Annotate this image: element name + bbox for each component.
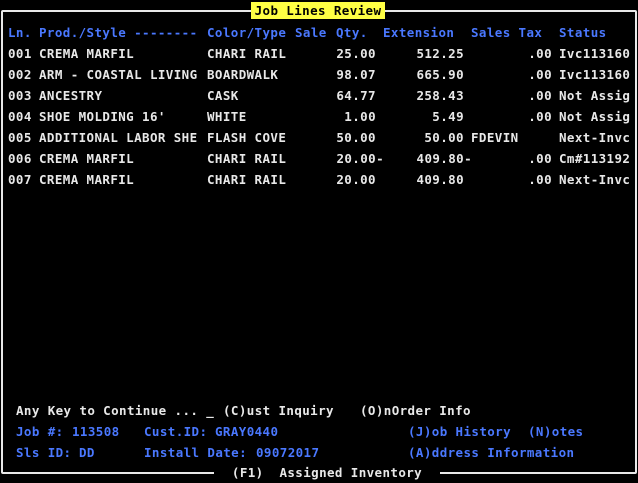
job-number-label: Job #: bbox=[16, 424, 64, 439]
row-extension: 409.80 bbox=[416, 172, 464, 187]
col-ln: Ln. bbox=[8, 25, 32, 40]
col-qty: Qty. bbox=[336, 25, 368, 40]
job-info-line: Sls ID: DD Install Date: 09072017 (A)ddr… bbox=[0, 442, 638, 463]
row-tax: .00 bbox=[528, 151, 552, 166]
cust-id-value: GRAY0440 bbox=[215, 424, 279, 439]
row-prod: CREMA MARFIL bbox=[39, 46, 135, 61]
row-status: Not Assig bbox=[559, 88, 631, 103]
window-title: Job Lines Review bbox=[251, 2, 385, 19]
row-status: Not Assig bbox=[559, 109, 631, 124]
row-qty: 20.00 bbox=[336, 172, 376, 187]
row-qty: 98.07 bbox=[336, 67, 376, 82]
row-prod: SHOE MOLDING 16' bbox=[39, 109, 166, 124]
row-qty: 20.00- bbox=[336, 151, 384, 166]
row-ln: 002 bbox=[8, 67, 32, 82]
table-row[interactable]: 003 ANCESTRY CASK 64.77 258.43 .00 Not A… bbox=[0, 85, 638, 106]
row-prod: ARM - COASTAL LIVING bbox=[39, 67, 198, 82]
col-prod: Prod./Style -------- bbox=[39, 25, 198, 40]
row-extension: 665.90 bbox=[416, 67, 464, 82]
row-color: FLASH COVE bbox=[207, 130, 287, 145]
col-sales-tax: Sales Tax bbox=[471, 25, 543, 40]
row-status: Ivc113160 bbox=[559, 67, 631, 82]
row-qty: 1.00 bbox=[344, 109, 376, 124]
row-extension: 409.80- bbox=[416, 151, 472, 166]
row-prod: ANCESTRY bbox=[39, 88, 103, 103]
row-ln: 006 bbox=[8, 151, 32, 166]
row-color: BOARDWALK bbox=[207, 67, 279, 82]
table-row[interactable]: 004 SHOE MOLDING 16' WHITE 1.00 5.49 .00… bbox=[0, 106, 638, 127]
row-ln: 003 bbox=[8, 88, 32, 103]
job-history-option[interactable]: (J)ob History bbox=[408, 421, 511, 442]
row-status: Next-Invc bbox=[559, 130, 631, 145]
col-sale: Sale bbox=[295, 25, 327, 40]
row-color: WHITE bbox=[207, 109, 247, 124]
install-date-value: 09072017 bbox=[256, 445, 320, 460]
table-row[interactable]: 006 CREMA MARFIL CHARI RAIL 20.00- 409.8… bbox=[0, 148, 638, 169]
row-ln: 001 bbox=[8, 46, 32, 61]
onorder-info-option[interactable]: (O)nOrder Info bbox=[360, 400, 471, 421]
cust-id-label: Cust.ID: bbox=[144, 424, 208, 439]
notes-option[interactable]: (N)otes bbox=[528, 421, 583, 442]
table-row[interactable]: 001 CREMA MARFIL CHARI RAIL 25.00 512.25… bbox=[0, 43, 638, 64]
row-color: CASK bbox=[207, 88, 239, 103]
row-ln: 005 bbox=[8, 130, 32, 145]
address-information-option[interactable]: (A)ddress Information bbox=[408, 442, 574, 463]
table-row[interactable]: 007 CREMA MARFIL CHARI RAIL 20.00 409.80… bbox=[0, 169, 638, 190]
row-prod: CREMA MARFIL bbox=[39, 151, 135, 166]
row-qty: 64.77 bbox=[336, 88, 376, 103]
row-status: Next-Invc bbox=[559, 172, 631, 187]
row-color: CHARI RAIL bbox=[207, 172, 287, 187]
assigned-inventory-option[interactable]: (F1) Assigned Inventory bbox=[214, 462, 440, 481]
row-qty: 50.00 bbox=[336, 130, 376, 145]
sls-id-value: DD bbox=[79, 445, 95, 460]
table-header: Ln. Prod./Style -------- Color/Type Sale… bbox=[0, 22, 638, 43]
row-ln: 007 bbox=[8, 172, 32, 187]
row-prod: CREMA MARFIL bbox=[39, 172, 135, 187]
install-date-label: Install Date: bbox=[144, 445, 248, 460]
col-extension: Extension bbox=[383, 25, 455, 40]
prompt-line: Any Key to Continue ... _ (C)ust Inquiry… bbox=[0, 400, 638, 421]
row-status: Cm#113192 bbox=[559, 151, 631, 166]
row-extension: 5.49 bbox=[432, 109, 464, 124]
cust-inquiry-option[interactable]: (C)ust Inquiry bbox=[223, 400, 334, 421]
table-row[interactable]: 002 ARM - COASTAL LIVING BOARDWALK 98.07… bbox=[0, 64, 638, 85]
row-tax: FDEVIN bbox=[471, 130, 519, 145]
row-status: Ivc113160 bbox=[559, 46, 631, 61]
row-color: CHARI RAIL bbox=[207, 151, 287, 166]
col-color: Color/Type bbox=[207, 25, 287, 40]
row-extension: 258.43 bbox=[416, 88, 464, 103]
row-tax: .00 bbox=[528, 67, 552, 82]
sls-id-label: Sls ID: bbox=[16, 445, 72, 460]
row-ln: 004 bbox=[8, 109, 32, 124]
col-status: Status bbox=[559, 25, 607, 40]
row-tax: .00 bbox=[528, 46, 552, 61]
job-info-line: Job #: 113508 Cust.ID: GRAY0440 (J)ob Hi… bbox=[0, 421, 638, 442]
row-color: CHARI RAIL bbox=[207, 46, 287, 61]
row-prod: ADDITIONAL LABOR SHE bbox=[39, 130, 198, 145]
any-key-prompt[interactable]: Any Key to Continue ... _ bbox=[16, 400, 214, 421]
row-tax: .00 bbox=[528, 88, 552, 103]
row-extension: 512.25 bbox=[416, 46, 464, 61]
job-number-value: 113508 bbox=[72, 424, 120, 439]
table-row[interactable]: 005 ADDITIONAL LABOR SHE FLASH COVE 50.0… bbox=[0, 127, 638, 148]
row-tax: .00 bbox=[528, 109, 552, 124]
row-tax: .00 bbox=[528, 172, 552, 187]
row-extension: 50.00 bbox=[424, 130, 464, 145]
row-qty: 25.00 bbox=[336, 46, 376, 61]
